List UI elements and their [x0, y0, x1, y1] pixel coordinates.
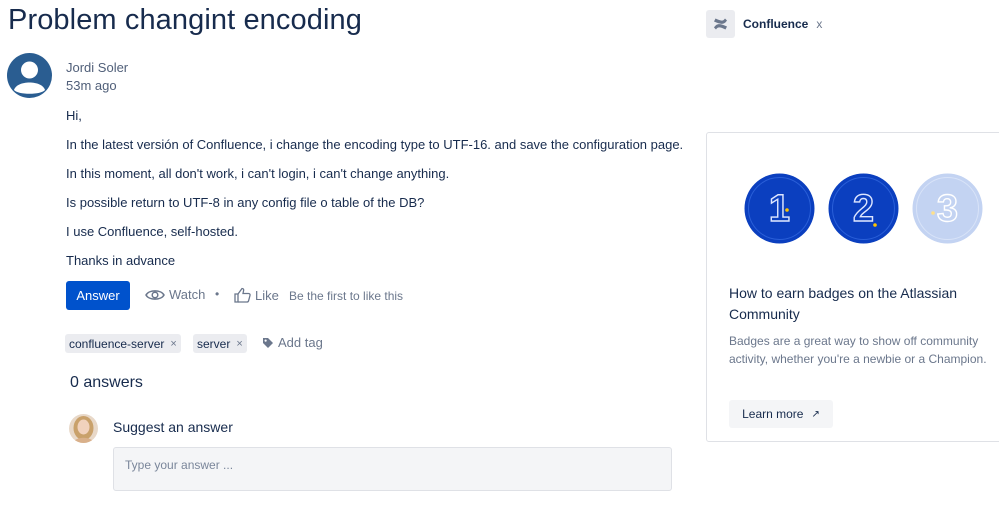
question-body-line: I use Confluence, self-hosted. [66, 224, 238, 239]
remove-space-icon[interactable]: x [816, 17, 822, 31]
svg-text:2: 2 [853, 188, 874, 230]
tag-label: confluence-server [69, 336, 165, 351]
question-body-line: Thanks in advance [66, 253, 176, 268]
add-tag-button[interactable]: Add tag [262, 335, 323, 350]
badge-2-icon: 2 [828, 173, 899, 244]
space-label: Confluence [743, 17, 809, 31]
card-title: How to earn badges on the Atlassian Comm… [729, 285, 958, 322]
external-link-icon: ↗ [811, 408, 820, 420]
suggest-answer-label: Suggest an answer [113, 419, 233, 435]
page-title: Problem changint encoding [8, 4, 362, 36]
author-avatar[interactable] [7, 53, 52, 98]
question-body-line: In the latest versión of Confluence, i c… [66, 137, 684, 152]
learn-more-button[interactable]: Learn more ↗ [729, 400, 833, 428]
question-body-line: Is possible return to UTF-8 in any confi… [66, 195, 425, 210]
remove-tag-icon[interactable]: × [170, 338, 176, 350]
question-body-line: Hi, [66, 108, 82, 123]
badges-promo-card: 1 2 3 How to earn badges on the Atlassia… [706, 132, 999, 442]
badge-1-icon: 1 [744, 173, 815, 244]
eye-icon [145, 289, 165, 300]
question-body-line: In this moment, all don't work, i can't … [66, 166, 450, 181]
svg-text:3: 3 [937, 188, 958, 230]
like-hint: Be the first to like this [289, 289, 404, 303]
remove-tag-icon[interactable]: × [236, 338, 242, 350]
tag-server[interactable]: server × [193, 334, 247, 353]
like-button[interactable]: Like [234, 287, 279, 303]
watch-label: Watch [169, 287, 206, 302]
thumbs-up-icon [234, 287, 251, 303]
current-user-avatar [69, 414, 98, 443]
tag-confluence-server[interactable]: confluence-server × [65, 334, 181, 353]
watch-button[interactable]: Watch [145, 287, 205, 302]
card-body: Badges are a great way to show off commu… [729, 334, 987, 366]
tag-icon [263, 337, 273, 348]
confluence-logo-icon [706, 10, 735, 38]
answer-input[interactable]: Type your answer ... [113, 447, 672, 491]
user-avatar-icon [7, 53, 52, 98]
action-separator: • [215, 287, 220, 301]
tag-label: server [197, 336, 231, 351]
user-photo-icon [69, 414, 98, 443]
answers-count: 0 answers [70, 374, 143, 391]
badge-3-icon: 3 [912, 173, 983, 244]
like-label: Like [255, 287, 279, 303]
answer-button[interactable]: Answer [66, 281, 130, 310]
post-time: 53m ago [66, 78, 117, 93]
add-tag-label: Add tag [278, 335, 323, 350]
author-name[interactable]: Jordi Soler [66, 60, 128, 75]
space-filter-chip[interactable]: Confluence x [706, 10, 822, 38]
learn-more-label: Learn more [742, 407, 804, 421]
